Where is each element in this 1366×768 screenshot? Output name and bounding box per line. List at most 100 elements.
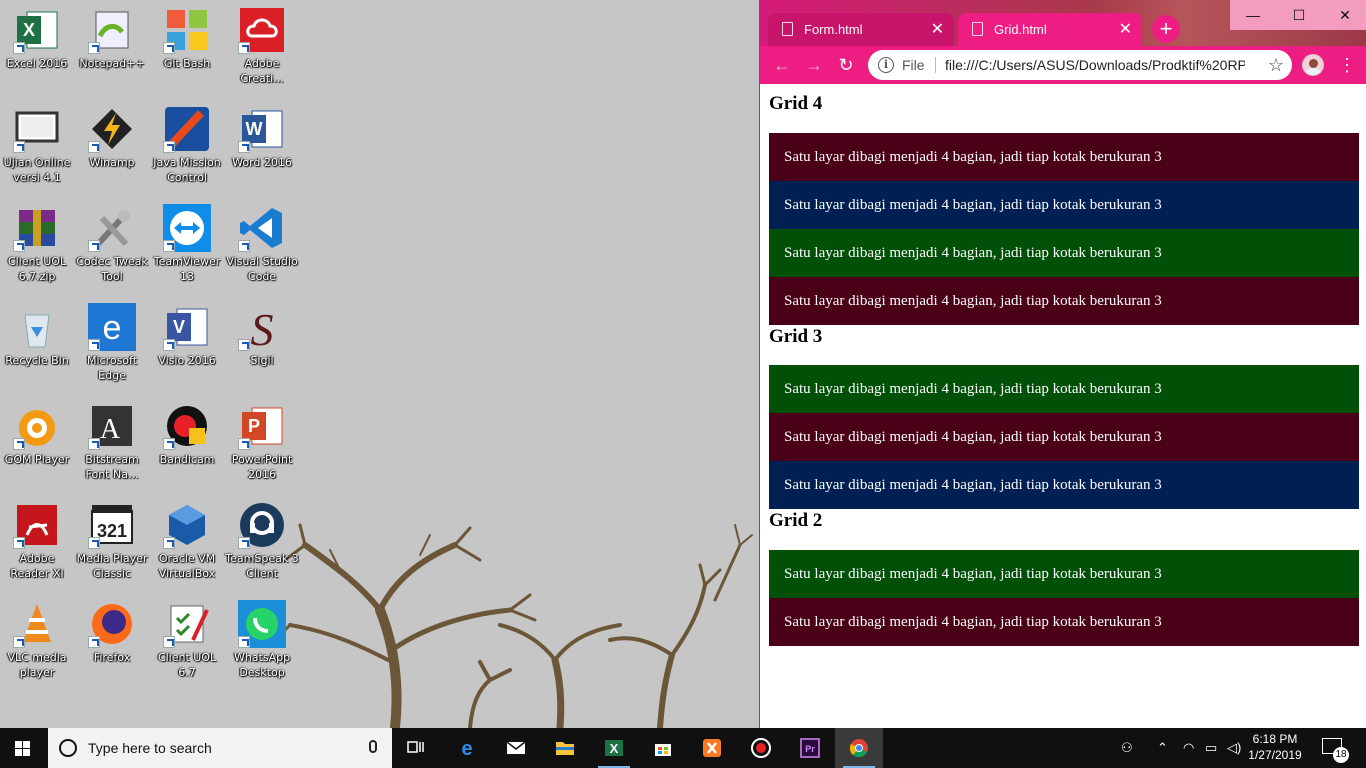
document-icon (782, 22, 793, 36)
desktop-icon-virtualbox[interactable]: Oracle VM VirtualBox (150, 501, 224, 581)
desktop-icon-visio[interactable]: V Visio 2016 (150, 303, 224, 368)
taskbar-bandicam[interactable] (737, 728, 785, 768)
taskbar-file-explorer[interactable] (541, 728, 589, 768)
desktop-icon-vscode[interactable]: Visual Studio Code (225, 204, 299, 284)
desktop-icon-label: Adobe Creati... (240, 57, 284, 85)
grid-box: Satu layar dibagi menjadi 4 bagian, jadi… (769, 181, 1359, 229)
maximize-button[interactable]: ☐ (1276, 0, 1322, 30)
svg-text:S: S (251, 304, 274, 351)
desktop-icon-teamspeak[interactable]: TeamSpeak 3 Client (225, 501, 299, 581)
chevron-up-icon[interactable]: ⌃ (1157, 740, 1168, 756)
taskbar-store[interactable] (639, 728, 687, 768)
desktop-icon-adobe-cc[interactable]: Adobe Creati... (225, 6, 299, 86)
grid-box: Satu layar dibagi menjadi 4 bagian, jadi… (769, 365, 1359, 413)
volume-icon[interactable]: ◁) (1227, 740, 1241, 756)
forward-button[interactable]: → (802, 53, 826, 77)
address-bar[interactable]: i File file:///C:/Users/ASUS/Downloads/P… (868, 50, 1292, 80)
desktop-icon-label: Firefox (93, 651, 131, 664)
desktop-icon-label: Sigil (250, 354, 274, 367)
taskbar-excel[interactable]: X (590, 728, 638, 768)
recycle-bin-icon (24, 314, 50, 348)
minimize-button[interactable]: — (1230, 0, 1276, 30)
grid-box: Satu layar dibagi menjadi 4 bagian, jadi… (769, 598, 1359, 646)
taskbar-premiere[interactable]: Pr (786, 728, 834, 768)
xampp-icon (703, 739, 721, 757)
tab-grid-html[interactable]: Grid.html ✕ (958, 13, 1142, 46)
desktop-icon-label: VLC media player (7, 651, 67, 679)
desktop-icon-whatsapp[interactable]: WhatsApp Desktop (225, 600, 299, 680)
start-button[interactable] (0, 728, 48, 768)
desktop-icon-label: Client UOL 6.7.zip (7, 255, 67, 283)
desktop-icon-firefox[interactable]: Firefox (75, 600, 149, 665)
close-window-button[interactable]: ✕ (1322, 0, 1366, 30)
desktop-icon-winamp[interactable]: Winamp (75, 105, 149, 170)
chrome-icon (849, 739, 868, 758)
taskbar-mail[interactable] (492, 728, 540, 768)
desktop-icon-notepadpp[interactable]: Notepad++ (75, 6, 149, 71)
svg-text:X: X (23, 20, 35, 40)
desktop-icon-vlc[interactable]: VLC media player (0, 600, 74, 680)
desktop-icon-mpc[interactable]: 321 Media Player Classic (75, 501, 149, 581)
desktop-icon-java-mission-control[interactable]: Java Mission Control (150, 105, 224, 185)
desktop-icon-bitstream[interactable]: A Bitstream Font Na... (75, 402, 149, 482)
desktop-icon-label: PowerPoint 2016 (231, 453, 293, 481)
close-tab-icon[interactable]: ✕ (931, 13, 944, 46)
desktop-icon-label: Visio 2016 (158, 354, 216, 367)
desktop-icon-client-uol[interactable]: Client UOL 6.7 (150, 600, 224, 680)
desktop-icon-edge[interactable]: e Microsoft Edge (75, 303, 149, 383)
svg-text:V: V (173, 317, 185, 337)
document-icon (972, 22, 983, 36)
back-button[interactable]: ← (770, 53, 794, 77)
grid-2-title: Grid 2 (769, 510, 823, 531)
task-view-icon (407, 741, 424, 753)
grid-box: Satu layar dibagi menjadi 4 bagian, jadi… (769, 133, 1359, 181)
desktop-icon-git-bash[interactable]: Git Bash (150, 6, 224, 71)
desktop-icon-ujian-online[interactable]: Ujian Online versi 4.1 (0, 105, 74, 185)
tab-label: Form.html (804, 22, 863, 37)
grid-box: Satu layar dibagi menjadi 4 bagian, jadi… (769, 277, 1359, 325)
taskbar-edge[interactable]: e (443, 728, 491, 768)
premiere-icon: Pr (800, 738, 820, 758)
search-box[interactable]: Type here to search (48, 728, 392, 768)
desktop-icon-label: Java Mission Control (153, 156, 221, 184)
desktop-icon-label: Git Bash (163, 57, 211, 70)
desktop-icon-recycle-bin[interactable]: Recycle Bin (0, 303, 74, 368)
close-tab-icon[interactable]: ✕ (1119, 13, 1132, 46)
clock[interactable]: 6:18 PM 1/27/2019 (1245, 731, 1305, 763)
people-icon[interactable]: ⚇ (1121, 740, 1133, 756)
desktop-icon-word[interactable]: W Word 2016 (225, 105, 299, 170)
bookmark-star-icon[interactable]: ☆ (1268, 50, 1284, 80)
grid-box: Satu layar dibagi menjadi 4 bagian, jadi… (769, 461, 1359, 509)
desktop-icon-client-uol-zip[interactable]: Client UOL 6.7.zip (0, 204, 74, 284)
svg-text:e: e (103, 309, 122, 347)
desktop-icon-bandicam[interactable]: Bandicam (150, 402, 224, 467)
task-view-button[interactable] (392, 728, 440, 768)
desktop-icon-codec-tweak[interactable]: Codec Tweak Tool (75, 204, 149, 284)
new-tab-button[interactable]: + (1152, 15, 1180, 43)
desktop-icon-adobe-reader[interactable]: Adobe Reader XI (0, 501, 74, 581)
desktop-icon-excel[interactable]: X Excel 2016 (0, 6, 74, 71)
windows-logo-icon (15, 741, 31, 756)
desktop-icon-sigil[interactable]: S Sigil (225, 303, 299, 368)
grid-box: Satu layar dibagi menjadi 4 bagian, jadi… (769, 413, 1359, 461)
taskbar-xampp[interactable] (688, 728, 736, 768)
menu-icon[interactable]: ⋮ (1338, 54, 1356, 76)
grid-box: Satu layar dibagi menjadi 4 bagian, jadi… (769, 550, 1359, 598)
desktop-icon-powerpoint[interactable]: P PowerPoint 2016 (225, 402, 299, 482)
wifi-icon[interactable]: ◠ (1183, 740, 1194, 756)
reload-button[interactable]: ↻ (834, 53, 858, 77)
cortana-circle-icon (59, 739, 77, 757)
desktop-icon-label: GOM Player (4, 453, 70, 466)
desktop-icon-gom-player[interactable]: GOM Player (0, 402, 74, 467)
title-bar[interactable]: Form.html ✕ Grid.html ✕ + — ☐ ✕ (760, 0, 1366, 46)
url-text[interactable]: file:///C:/Users/ASUS/Downloads/Prodktif… (945, 50, 1245, 80)
microphone-icon[interactable] (369, 740, 377, 753)
taskbar-chrome[interactable] (835, 728, 883, 768)
tab-form-html[interactable]: Form.html ✕ (768, 13, 954, 46)
profile-avatar[interactable] (1302, 54, 1324, 76)
info-icon[interactable]: i (878, 57, 894, 73)
battery-icon[interactable]: ▭ (1205, 740, 1217, 756)
svg-text:Pr: Pr (805, 744, 815, 754)
desktop-icon-teamviewer[interactable]: TeamViewer 13 (150, 204, 224, 284)
page-content: Grid 4 Satu layar dibagi menjadi 4 bagia… (760, 84, 1366, 728)
